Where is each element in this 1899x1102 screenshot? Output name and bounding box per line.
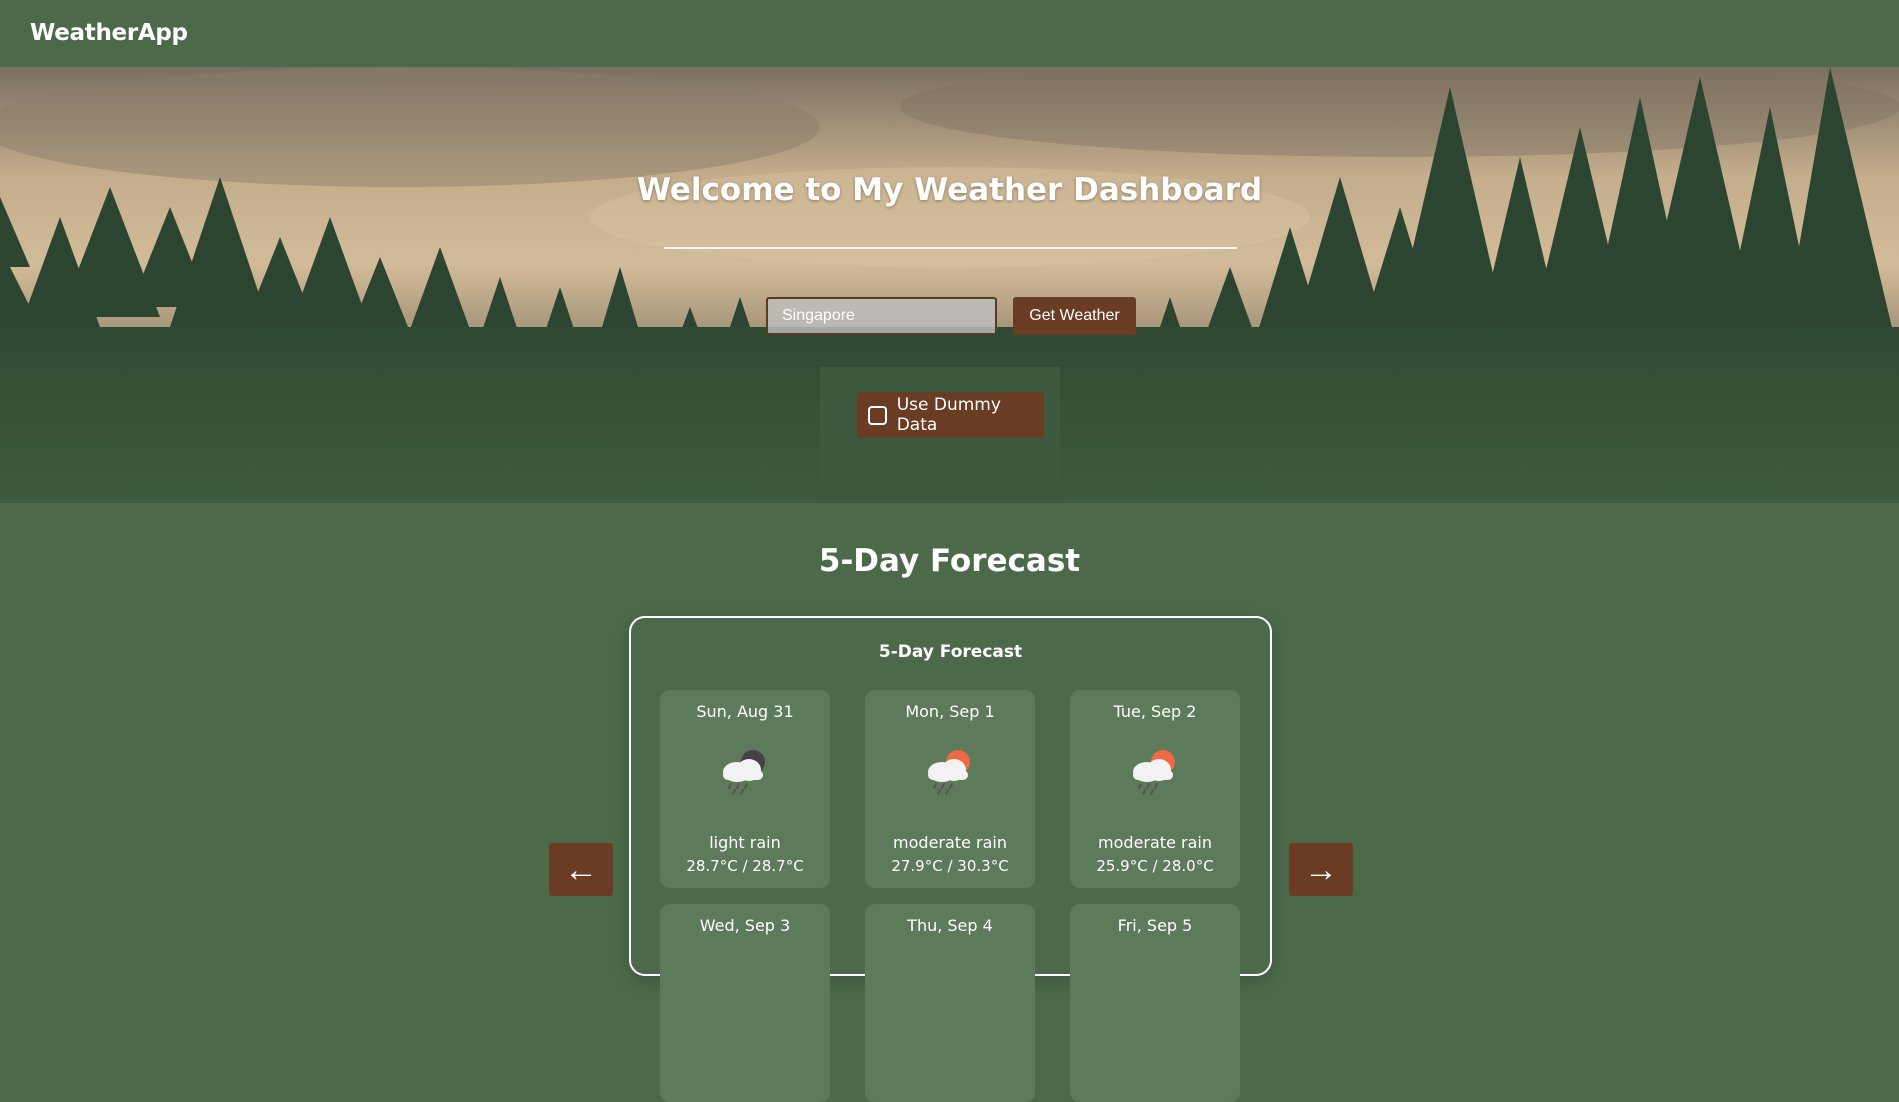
next-arrow-button[interactable]: → bbox=[1289, 843, 1353, 896]
forecast-day-card: Mon, Sep 1 moderate rain 27.9°C / 30.3°C bbox=[865, 690, 1035, 888]
forecast-date: Tue, Sep 2 bbox=[1113, 702, 1197, 721]
forecast-temperature: 25.9°C / 28.0°C bbox=[1096, 857, 1214, 875]
get-weather-button[interactable]: Get Weather bbox=[1013, 297, 1136, 335]
title-divider bbox=[664, 247, 1237, 249]
forecast-date: Mon, Sep 1 bbox=[905, 702, 995, 721]
forecast-date: Thu, Sep 4 bbox=[907, 916, 993, 935]
forecast-description: light rain bbox=[709, 833, 781, 852]
forecast-card: 5-Day Forecast Sun, Aug 31 light rain 28… bbox=[629, 616, 1272, 1102]
forecast-day-card: Tue, Sep 2 moderate rain 25.9°C / 28.0°C bbox=[1070, 690, 1240, 888]
hero-title: Welcome to My Weather Dashboard bbox=[636, 172, 1263, 208]
prev-arrow-button[interactable]: ← bbox=[549, 843, 613, 896]
dummy-data-label: Use Dummy Data bbox=[896, 395, 1001, 435]
forecast-temperature: 27.9°C / 30.3°C bbox=[891, 857, 1009, 875]
forecast-date: Wed, Sep 3 bbox=[699, 916, 791, 935]
sun-rain-cloud-icon bbox=[1133, 750, 1175, 795]
navbar: WeatherApp bbox=[0, 0, 1899, 67]
forecast-section-title: 5-Day Forecast bbox=[818, 543, 1081, 579]
forecast-description: moderate rain bbox=[1098, 833, 1212, 852]
forecast-day-card: Fri, Sep 5 bbox=[1070, 904, 1240, 1102]
forecast-temperature: 28.7°C / 28.7°C bbox=[686, 857, 804, 875]
sun-rain-cloud-icon bbox=[928, 750, 970, 795]
brand-logo[interactable]: WeatherApp bbox=[30, 20, 188, 46]
forecast-date: Fri, Sep 5 bbox=[1117, 916, 1193, 935]
forecast-day-card: Thu, Sep 4 bbox=[865, 904, 1035, 1102]
forecast-description: moderate rain bbox=[893, 833, 1007, 852]
forecast-date: Sun, Aug 31 bbox=[696, 702, 794, 721]
forecast-card-title: 5-Day Forecast bbox=[878, 642, 1023, 662]
forecast-day-card: Wed, Sep 3 bbox=[660, 904, 830, 1102]
city-search-input[interactable] bbox=[766, 297, 997, 335]
dummy-data-checkbox[interactable] bbox=[868, 405, 887, 425]
hero-banner: Welcome to My Weather Dashboard Get Weat… bbox=[0, 67, 1899, 503]
dummy-data-toggle[interactable]: Use Dummy Data bbox=[857, 392, 1044, 438]
forecast-day-card: Sun, Aug 31 light rain 28.7°C / 28.7°C bbox=[660, 690, 830, 888]
night-rain-cloud-icon bbox=[723, 750, 765, 795]
